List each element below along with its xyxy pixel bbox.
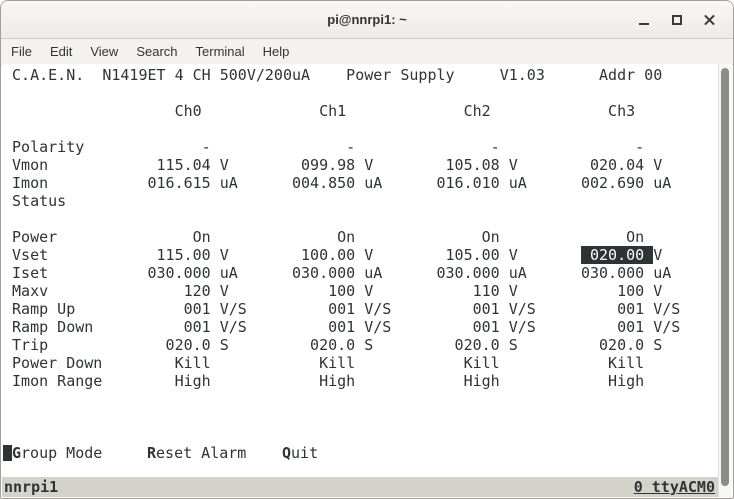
terminal-line: Status [3,192,719,210]
status-bar: nnrpi1 0 ttyACM0 [2,477,719,497]
terminal-line: Ch0 Ch1 Ch2 Ch3 [3,102,719,120]
vset-ch3-selected-field[interactable]: 020.00 [581,246,653,264]
titlebar[interactable]: pi@nnrpi1: ~ [1,1,733,39]
terminal-line: Power On On On On [3,228,719,246]
minimize-icon [639,23,649,25]
command-group-mode[interactable]: Group Mode [12,444,102,462]
status-tty: 0 ttyACM0 [634,478,715,496]
menu-view[interactable]: View [81,41,127,62]
terminal-line: Iset 030.000 uA 030.000 uA 030.000 uA 03… [3,264,719,282]
terminal-screen[interactable]: C.A.E.N. N1419ET 4 CH 500V/200uA Power S… [2,64,719,497]
command-label: eset Alarm [156,444,246,462]
terminal-line: Power Down Kill Kill Kill Kill [3,354,719,372]
window-controls [626,1,725,38]
terminal-line: Trip 020.0 S 020.0 S 020.0 S 020.0 S [3,336,719,354]
hotkey-q: Q [282,444,291,462]
command-label: uit [291,444,318,462]
hotkey-r: R [147,444,156,462]
cursor-block [3,445,12,461]
hotkey-g: G [12,444,21,462]
terminal-line: Imon Range High High High High [3,372,719,390]
command-label: roup Mode [21,444,102,462]
terminal-line [3,210,719,228]
terminal-area: C.A.E.N. N1419ET 4 CH 500V/200uA Power S… [2,64,732,497]
terminal-line: C.A.E.N. N1419ET 4 CH 500V/200uA Power S… [3,66,719,84]
menu-edit[interactable]: Edit [41,41,81,62]
menubar: File Edit View Search Terminal Help [1,39,733,65]
command-reset-alarm[interactable]: Reset Alarm [147,444,246,462]
terminal-line: Vset 115.00 V 100.00 V 105.00 V 020.00 V [3,246,719,264]
terminal-window: pi@nnrpi1: ~ File Edit View Search Termi… [0,0,734,499]
menu-search[interactable]: Search [127,41,186,62]
terminal-line: Ramp Down 001 V/S 001 V/S 001 V/S 001 V/… [3,318,719,336]
scrollbar[interactable] [718,64,732,497]
command-quit[interactable]: Quit [282,444,318,462]
terminal-line [3,84,719,102]
menu-terminal[interactable]: Terminal [187,41,254,62]
maximize-icon [672,15,682,25]
terminal-line: Vmon 115.04 V 099.98 V 105.08 V 020.04 V [3,156,719,174]
terminal-line: Ramp Up 001 V/S 001 V/S 001 V/S 001 V/S [3,300,719,318]
terminal-command-line: Group Mode Reset Alarm Quit [2,444,56,462]
terminal-line: Polarity - - - - [3,138,719,156]
terminal-line [3,120,719,138]
terminal-line [3,408,719,426]
status-hostname: nnrpi1 [4,478,58,496]
terminal-line: Imon 016.615 uA 004.850 uA 016.010 uA 00… [3,174,719,192]
scrollbar-thumb[interactable] [721,68,729,486]
menu-help[interactable]: Help [254,41,299,62]
terminal-line [3,426,719,444]
close-button[interactable] [694,6,725,33]
close-icon [703,13,716,26]
menu-file[interactable]: File [2,41,41,62]
maximize-button[interactable] [661,6,692,33]
minimize-button[interactable] [628,6,659,33]
terminal-line: Maxv 120 V 100 V 110 V 100 V [3,282,719,300]
window-title: pi@nnrpi1: ~ [327,12,407,27]
terminal-line [3,390,719,408]
